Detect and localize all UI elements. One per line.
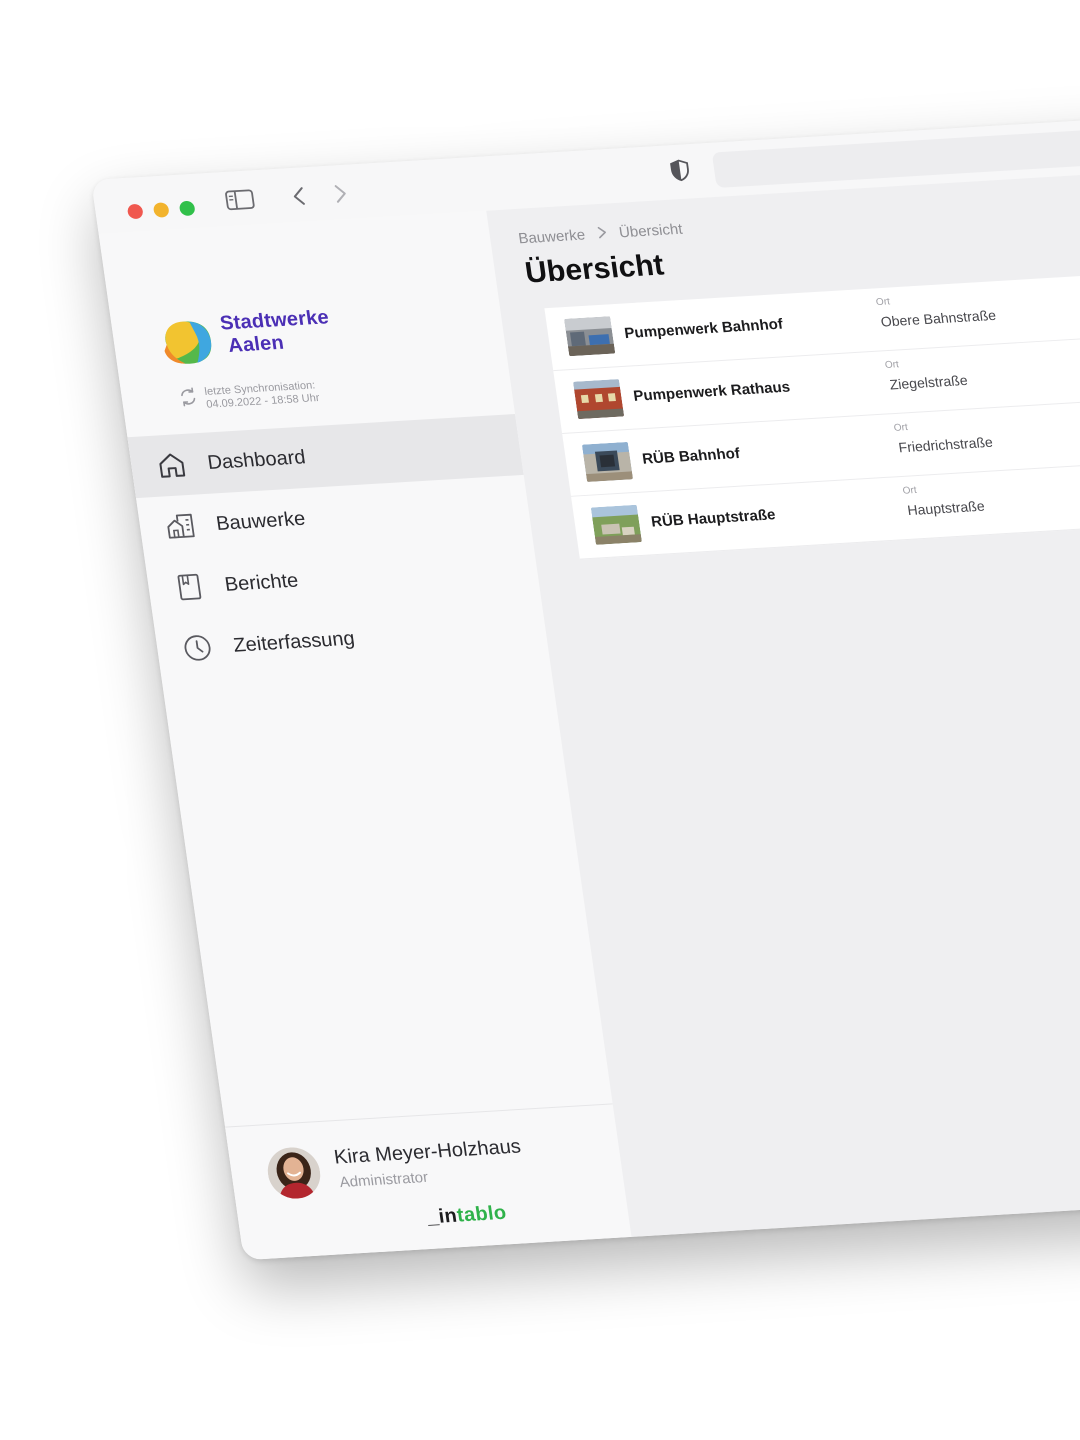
report-icon	[171, 570, 207, 603]
ort-label: Ort	[875, 296, 891, 309]
page-title: Übersicht	[523, 248, 666, 290]
brand-name: Stadtwerke Aalen	[219, 306, 334, 358]
minimize-window-button[interactable]	[152, 202, 170, 218]
bauwerk-thumbnail	[581, 441, 634, 482]
avatar	[264, 1145, 324, 1201]
bauwerke-list: Pumpenwerk Bahnhof Ort Obere Bahnstraße …	[544, 263, 1080, 560]
sidebar-item-label: Dashboard	[206, 446, 307, 474]
home-icon	[153, 449, 189, 482]
bauwerk-thumbnail	[564, 316, 616, 357]
ort-value: Hauptstraße	[906, 497, 986, 519]
building-icon	[162, 510, 198, 543]
user-name: Kira Meyer-Holzhaus	[332, 1135, 523, 1169]
ort-label: Ort	[893, 422, 909, 434]
ort-label: Ort	[884, 359, 900, 371]
sidebar-item-label: Bauwerke	[214, 507, 307, 535]
ort-value: Friedrichstraße	[897, 433, 994, 456]
ort-value: Ziegelstraße	[888, 372, 969, 393]
ort-label: Ort	[902, 485, 918, 497]
breadcrumb: Bauwerke Übersicht	[517, 221, 683, 248]
clock-icon	[179, 631, 215, 664]
bauwerk-name: Pumpenwerk Rathaus	[632, 378, 792, 405]
bauwerk-name: RÜB Hauptstraße	[650, 506, 777, 531]
close-window-button[interactable]	[126, 203, 144, 220]
sidebar-toggle-icon[interactable]	[221, 185, 259, 215]
sidebar-item-label: Berichte	[223, 569, 300, 596]
bauwerk-name: RÜB Bahnhof	[641, 445, 741, 468]
breadcrumb-chevron-icon	[596, 225, 608, 242]
bauwerk-name: Pumpenwerk Bahnhof	[623, 315, 784, 342]
back-chevron-icon[interactable]	[285, 182, 313, 211]
app-window: Stadtwerke Aalen letzte Synchronisation:…	[91, 109, 1080, 1261]
address-bar[interactable]	[711, 116, 1080, 188]
breadcrumb-item-bauwerke[interactable]: Bauwerke	[517, 227, 586, 248]
ort-value: Obere Bahnstraße	[879, 306, 997, 330]
sync-icon	[177, 387, 200, 413]
intablo-logo-prefix: _in	[425, 1204, 459, 1229]
user-role: Administrator	[338, 1168, 430, 1191]
forward-chevron-icon[interactable]	[327, 179, 355, 208]
intablo-logo-suffix: tablo	[455, 1201, 508, 1227]
user-profile[interactable]: Kira Meyer-Holzhaus Administrator _intab…	[224, 1103, 632, 1261]
sync-status: letzte Synchronisation: 04.09.2022 - 18:…	[177, 379, 321, 413]
bauwerk-thumbnail	[590, 504, 642, 545]
breadcrumb-item-current: Übersicht	[617, 220, 684, 242]
bauwerk-thumbnail	[572, 379, 625, 420]
zoom-window-button[interactable]	[178, 200, 196, 217]
stadtwerke-logo-icon	[155, 316, 218, 366]
sidebar-item-label: Zeiterfassung	[231, 627, 357, 657]
sidebar-nav: Dashboard Bauwerke Berichte Zeiterfassun…	[127, 414, 549, 681]
intablo-logo: _intablo	[426, 1202, 508, 1229]
shield-icon[interactable]	[665, 156, 695, 185]
